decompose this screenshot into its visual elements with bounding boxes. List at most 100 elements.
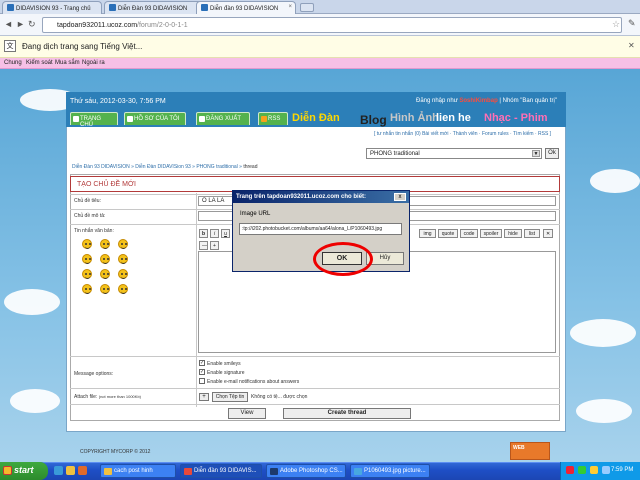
create-thread-button[interactable]: Create thread xyxy=(283,408,411,419)
smiley-icon[interactable] xyxy=(118,239,128,249)
task-browser[interactable]: Diễn đàn 93 DIDAVIS... xyxy=(180,464,262,478)
menu-logout[interactable]: ĐĂNG XUẤT xyxy=(196,112,250,125)
tray-volume-icon[interactable] xyxy=(602,466,610,474)
view-button[interactable]: View xyxy=(228,408,266,419)
menu-label: RSS xyxy=(268,116,281,122)
bookmark-star-icon[interactable]: ☆ xyxy=(612,19,620,30)
new-tab-button[interactable] xyxy=(300,3,314,12)
bookmark-item[interactable]: Mua sắm xyxy=(55,60,80,66)
size-up-button[interactable]: + xyxy=(210,241,219,250)
smiley-icon[interactable] xyxy=(118,254,128,264)
breadcrumb: Diễn Đàn 93 DIDAVISION » Diễn Đàn DIDAVI… xyxy=(72,164,258,170)
close-icon[interactable]: x xyxy=(394,193,406,201)
photoshop-icon xyxy=(270,468,278,475)
smiley-icon[interactable] xyxy=(82,269,92,279)
smiley-icon[interactable] xyxy=(100,284,110,294)
breadcrumb-link[interactable]: Diễn Đàn 93 DIDAVISION xyxy=(72,164,130,170)
smileys-label: Enable smileys xyxy=(207,361,241,367)
browser-tab-1[interactable]: DIDAVISION 93 - Trang chủ xyxy=(2,1,102,14)
smiley-icon[interactable] xyxy=(82,239,92,249)
signature-label: Enable signature xyxy=(207,370,245,376)
smiley-icon[interactable] xyxy=(100,254,110,264)
italic-button[interactable]: i xyxy=(210,229,219,238)
badge-text: WEB xyxy=(513,445,525,451)
close-tags-button[interactable]: ✕ xyxy=(543,229,553,238)
quicklaunch-folder-icon[interactable] xyxy=(66,466,75,475)
reload-icon[interactable]: ↻ xyxy=(28,19,36,30)
task-picture-viewer[interactable]: P1060493.jpg picture... xyxy=(350,464,430,478)
menu-rss[interactable]: RSS xyxy=(258,112,288,125)
home-icon xyxy=(73,116,79,122)
bold-button[interactable]: b xyxy=(199,229,208,238)
smiley-icon[interactable] xyxy=(100,269,110,279)
task-folder[interactable]: cach post hinh xyxy=(100,464,176,478)
img-button[interactable]: img xyxy=(419,229,436,238)
login-username[interactable]: SoshiKimbap xyxy=(459,98,497,104)
menu-forum[interactable]: Diễn Đàn xyxy=(292,112,340,124)
bookmark-item[interactable]: Chung xyxy=(4,60,22,66)
tray-app-icon[interactable] xyxy=(566,466,574,474)
login-info: Đăng nhập như SoshiKimbap | Nhóm "Ban qu… xyxy=(416,98,557,104)
smiley-icon[interactable] xyxy=(100,239,110,249)
forum-select-value: PHONG traditional xyxy=(370,151,420,157)
browser-tab-3-active[interactable]: Diễn đàn 93 DIDAVISION × xyxy=(196,1,296,15)
add-attachment-button[interactable]: + xyxy=(199,393,209,401)
cloud-decoration xyxy=(570,319,636,347)
spoiler-button[interactable]: spoiler xyxy=(480,229,502,238)
forward-icon[interactable]: ► xyxy=(16,19,25,29)
bookmark-item[interactable]: Kiểm soát xyxy=(26,60,53,66)
smiley-icon[interactable] xyxy=(118,269,128,279)
menu-blog[interactable]: Blog xyxy=(360,113,387,127)
choose-file-button[interactable]: Chọn Tệp tin xyxy=(212,392,248,402)
dialog-title: Trang trên tapdoan932011.ucoz.com cho bi… xyxy=(233,191,409,203)
hide-button[interactable]: hide xyxy=(504,229,522,238)
list-button[interactable]: list xyxy=(524,229,540,238)
breadcrumb-link[interactable]: Diễn Đàn DIDAVISion 93 xyxy=(135,164,191,170)
task-photoshop[interactable]: Adobe Photoshop CS... xyxy=(266,464,346,478)
menu-images[interactable]: Hình Ảnh xyxy=(390,112,439,124)
browser-tab-2[interactable]: Diễn Đàn 93 DIDAVISION xyxy=(104,1,202,14)
back-icon[interactable]: ◄ xyxy=(4,19,13,29)
size-down-button[interactable]: — xyxy=(199,241,208,250)
chevron-down-icon: ▼ xyxy=(532,150,540,157)
task-label: Diễn đàn 93 DIDAVIS... xyxy=(194,468,257,474)
ucoz-web-badge[interactable]: WEB xyxy=(510,442,550,460)
underline-button[interactable]: u xyxy=(221,229,230,238)
forum-go-button[interactable]: Ok xyxy=(545,148,559,159)
menu-music[interactable]: Nhạc - Phim xyxy=(484,112,548,124)
close-tab-icon[interactable]: × xyxy=(288,4,292,10)
forum-top-links[interactable]: [ tư nhắn tin nhắn (0) Bài viết mới · Th… xyxy=(374,131,551,137)
task-label: cach post hinh xyxy=(114,468,153,474)
email-notify-checkbox[interactable] xyxy=(199,378,205,384)
image-url-input[interactable]: :tp://i202.photobucket.com/albums/aa64/a… xyxy=(239,223,402,235)
signature-checkbox[interactable]: ✓ xyxy=(199,369,205,375)
smiley-icon[interactable] xyxy=(82,284,92,294)
breadcrumb-link[interactable]: PHONG traditional xyxy=(196,164,237,170)
start-button[interactable]: start xyxy=(0,462,48,480)
close-icon[interactable]: ✕ xyxy=(628,41,635,50)
tray-app-icon[interactable] xyxy=(578,466,586,474)
smiley-icon[interactable] xyxy=(118,284,128,294)
quicklaunch-media-icon[interactable] xyxy=(78,466,87,475)
url-domain: tapdoan932011.ucoz.com xyxy=(57,22,138,29)
tab-label: Diễn Đàn 93 DIDAVISION xyxy=(118,6,188,12)
quote-button[interactable]: quote xyxy=(438,229,458,238)
menu-profile[interactable]: HỒ SƠ CỦA TÔI xyxy=(124,112,186,125)
tray-app-icon[interactable] xyxy=(590,466,598,474)
wrench-menu-icon[interactable]: ✎ xyxy=(628,18,636,29)
quicklaunch-ie-icon[interactable] xyxy=(54,466,63,475)
menu-contact[interactable]: lien he xyxy=(436,112,471,124)
address-bar[interactable]: tapdoan932011.ucoz.com/forum/2-0-0-1-1 xyxy=(42,17,622,33)
menu-home[interactable]: TRANG CHỦ xyxy=(70,112,118,128)
breadcrumb-current: thread xyxy=(243,164,258,170)
smiley-icon[interactable] xyxy=(82,254,92,264)
bookmark-item[interactable]: Ngoài ra xyxy=(82,60,105,66)
forum-select[interactable]: PHONG traditional ▼ xyxy=(366,148,542,159)
menu-label: ĐĂNG XUẤT xyxy=(206,116,242,122)
email-notify-label: Enable e-mail notifications about answer… xyxy=(207,379,300,385)
code-button[interactable]: code xyxy=(460,229,478,238)
login-prefix: Đăng nhập như xyxy=(416,98,458,104)
picture-icon xyxy=(354,468,362,475)
navigation-bar: ◄ ► ↻ tapdoan932011.ucoz.com/forum/2-0-0… xyxy=(0,14,640,36)
smileys-checkbox[interactable]: ✓ xyxy=(199,360,205,366)
